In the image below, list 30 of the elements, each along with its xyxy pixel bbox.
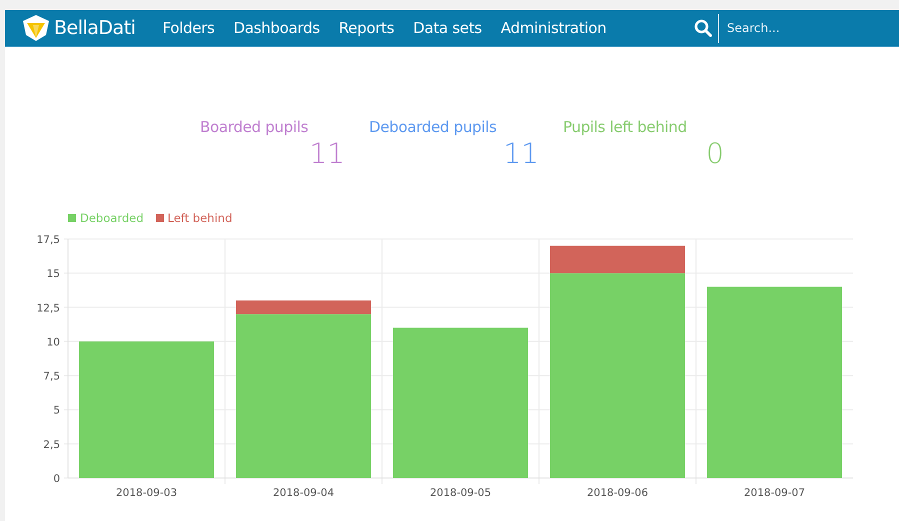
kpi-value: 11 [308, 138, 346, 170]
kpi-value: 11 [502, 138, 540, 170]
search-icon[interactable] [694, 19, 712, 37]
y-axis-label: 17,5 [36, 234, 60, 246]
y-axis-label: 2,5 [43, 438, 60, 451]
x-axis-label: 2018-09-04 [272, 487, 334, 499]
legend-label: Deboarded [80, 211, 144, 225]
kpi-label: Deboarded pupils [369, 118, 498, 136]
y-axis-label: 12,5 [36, 302, 60, 314]
x-axis-label: 2018-09-06 [586, 487, 648, 499]
x-axis-label: 2018-09-05 [430, 487, 492, 499]
kpi-label: Boarded pupils [200, 118, 310, 136]
nav-link[interactable]: Folders [162, 19, 215, 37]
y-axis-label: 10 [46, 336, 60, 348]
nav-link[interactable]: Reports [338, 19, 394, 37]
kpi-label: Pupils left behind [563, 118, 688, 136]
nav-link[interactable]: Data sets [413, 19, 482, 37]
y-axis-label: 5 [53, 404, 60, 417]
kpi-value: 0 [705, 138, 725, 170]
y-axis-label: 7,5 [43, 370, 60, 383]
y-axis-label: 0 [53, 473, 60, 485]
nav-link[interactable]: Administration [500, 19, 606, 37]
x-axis-label: 2018-09-03 [116, 487, 178, 499]
brand-name[interactable]: BellaDati [54, 17, 136, 39]
search-field[interactable]: Search... [727, 21, 887, 35]
y-axis-label: 15 [46, 268, 60, 280]
x-axis-label: 2018-09-07 [744, 487, 806, 499]
nav-link[interactable]: Dashboards [234, 19, 320, 37]
logo-icon[interactable] [22, 14, 50, 42]
legend-label: Left behind [168, 211, 232, 225]
